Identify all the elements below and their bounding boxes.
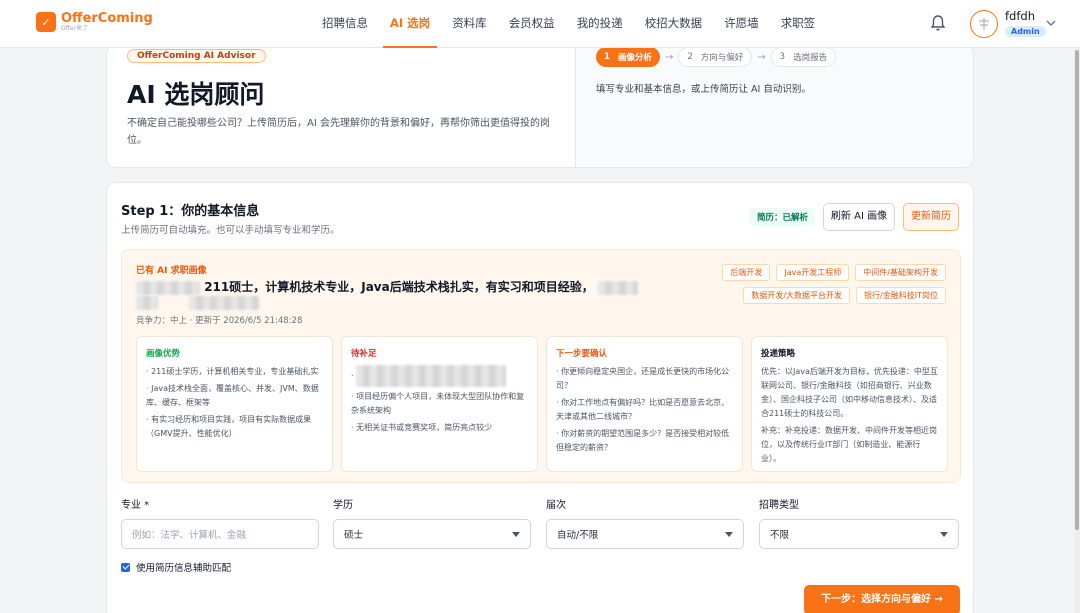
major-input[interactable]: 例如：法学、计算机、金融	[121, 519, 319, 549]
strategy-card: 投递策略 优先：以Java后端开发为目标，优先投递：中型互联网公司、银行/金融科…	[751, 336, 948, 472]
brand-sub: Offer来了	[61, 25, 89, 32]
step-2[interactable]: 2 方向与偏好	[678, 47, 753, 67]
arrow-right-icon: →	[664, 51, 674, 63]
avatar-glyph-icon	[979, 18, 989, 30]
nav-item-library[interactable]: 资料库	[445, 0, 494, 48]
scrollbar-thumb[interactable]	[1075, 50, 1079, 530]
tag: 银行/金融科技IT岗位	[856, 287, 946, 304]
arrow-right-icon: →	[757, 51, 766, 63]
recruit-type-select[interactable]: 不限	[759, 519, 959, 549]
chevron-down-icon[interactable]	[1046, 20, 1056, 27]
tag: 后端开发	[722, 264, 771, 281]
brand-name: OfferComing	[61, 11, 153, 26]
list-item: · Java技术栈全面，覆盖核心、并发、JVM、数据库、缓存、框架等	[146, 384, 319, 407]
next-step-button[interactable]: 下一步：选择方向与偏好 →	[804, 585, 960, 613]
card-title: 投递策略	[761, 349, 796, 359]
brand-logo[interactable]: ✓ OfferComing Offer来了	[36, 12, 153, 32]
page-title: AI 选岗顾问	[127, 80, 265, 109]
nav-item-my-applications[interactable]: 我的投递	[570, 0, 630, 48]
logo-mark-icon: ✓	[36, 12, 56, 32]
list-item: · 211硕士学历，计算机相关专业，专业基础扎实	[146, 367, 319, 376]
next-confirm-card: 下一步要确认 · 你更倾向稳定央国企，还是成长更快的市场化公司？ · 你对工作地…	[546, 336, 743, 472]
caret-down-icon	[512, 531, 520, 537]
hero-description: 不确定自己能投哪些公司？上传简历后，AI 会先理解你的背景和偏好，再帮你筛出更值…	[127, 118, 550, 146]
gaps-card: 待补足 · · 项目经历偏个人项目，未体现大型团队协作和复杂系统架构 · 无相关…	[341, 336, 538, 472]
list-item: · 无相关证书或竞赛奖项，简历亮点较少	[351, 423, 493, 432]
major-label: 专业 *	[121, 500, 150, 511]
card-title: 下一步要确认	[556, 349, 608, 359]
nav-item-membership[interactable]: 会员权益	[502, 0, 562, 48]
ai-profile-panel: 已有 AI 求职画像 211硕士，计算机技术专业，Java后端技术栈扎实，有实习…	[121, 249, 961, 483]
use-resume-checkbox[interactable]: 使用简历信息辅助匹配	[121, 560, 231, 574]
step1-title: Step 1：你的基本信息	[121, 204, 260, 219]
card-title: 画像优势	[146, 349, 181, 359]
degree-value: 硕士	[344, 530, 364, 541]
refresh-profile-button[interactable]: 刷新 AI 画像	[823, 203, 895, 231]
tag: 中间件/基础架构开发	[855, 264, 946, 281]
caret-down-icon	[725, 531, 733, 537]
avatar[interactable]	[970, 10, 998, 38]
user-role-badge: Admin	[1005, 26, 1046, 37]
user-name[interactable]: fdfdh	[1005, 9, 1035, 23]
strengths-card: 画像优势 · 211硕士学历，计算机相关专业，专业基础扎实 · Java技术栈全…	[136, 336, 333, 472]
redacted-block	[356, 365, 507, 387]
cohort-select[interactable]: 自动/不限	[546, 519, 744, 549]
major-placeholder: 例如：法学、计算机、金融	[132, 530, 247, 541]
degree-field: 学历 硕士	[333, 496, 531, 549]
step-description: 填写专业和基本信息，或上传简历让 AI 自动识别。	[596, 84, 811, 95]
top-nav: ✓ OfferComing Offer来了 招聘信息 AI 选岗 资料库 会员权…	[0, 0, 1080, 48]
cohort-field: 届次 自动/不限	[546, 496, 744, 549]
checkbox-label: 使用简历信息辅助匹配	[136, 563, 232, 574]
recruit-type-field: 招聘类型 不限	[759, 496, 959, 549]
tag: 数据开发/大数据平台开发	[743, 287, 851, 304]
recruit-type-label: 招聘类型	[759, 500, 799, 511]
hero-card: OfferComing AI Advisor AI 选岗顾问 不确定自己能投哪些…	[106, 44, 974, 168]
nav-item-wish-wall[interactable]: 许愿墙	[717, 0, 766, 48]
redacted-row	[136, 292, 260, 311]
update-resume-button[interactable]: 更新简历	[903, 203, 959, 231]
nav-item-campus-data[interactable]: 校招大数据	[638, 0, 710, 48]
list-item: · 你对工作地点有偏好吗？比如是否愿意去北京、天津或其他二线城市？	[556, 398, 730, 421]
profile-meta: 竞争力：中上 · 更新于 2026/6/5 21:48:28	[136, 316, 303, 326]
profile-label: 已有 AI 求职画像	[136, 266, 207, 276]
redacted-block	[597, 280, 638, 295]
list-item: ·	[351, 365, 528, 387]
recruit-type-value: 不限	[770, 530, 790, 541]
nav-item-job-sign[interactable]: 求职签	[774, 0, 823, 48]
cohort-label: 届次	[546, 500, 566, 511]
step1-description: 上传简历可自动填充。也可以手动填写专业和学历。	[121, 225, 340, 236]
direction-tags: 后端开发 Java开发工程师 中间件/基础架构开发 数据开发/大数据平台开发 银…	[696, 264, 946, 304]
progress-panel: 1 画像分析 → 2 方向与偏好 → 3 选岗报告 填写专业和基本信息，或上传简…	[575, 45, 973, 167]
nav-item-jobs[interactable]: 招聘信息	[315, 0, 375, 48]
step-1[interactable]: 1 画像分析	[596, 47, 660, 67]
list-item: · 有实习经历和项目实践，项目有实际数据成果（GMV提升、性能优化）	[146, 415, 312, 438]
list-item: 补充：补充投递：数据开发、中间件开发等相近岗位，以及传统行业IT部门（如制造业、…	[761, 426, 937, 463]
degree-label: 学历	[333, 500, 353, 511]
checkbox-checked-icon[interactable]	[121, 562, 130, 572]
list-item: · 你对薪资的期望范围是多少？是否接受相对较低但稳定的薪资？	[556, 429, 730, 452]
basic-info-card: Step 1：你的基本信息 上传简历可自动填充。也可以手动填写专业和学历。 简历…	[106, 182, 974, 613]
card-title: 待补足	[351, 349, 377, 359]
advisor-pill: OfferComing AI Advisor	[127, 49, 266, 63]
list-item: · 你更倾向稳定央国企，还是成长更快的市场化公司？	[556, 367, 730, 390]
bell-icon[interactable]	[930, 14, 946, 32]
nav-menu: 招聘信息 AI 选岗 资料库 会员权益 我的投递 校招大数据 许愿墙 求职签	[315, 0, 830, 48]
degree-select[interactable]: 硕士	[333, 519, 531, 549]
nav-item-ai-select[interactable]: AI 选岗	[383, 0, 438, 48]
major-field: 专业 * 例如：法学、计算机、金融	[121, 496, 319, 549]
step-3[interactable]: 3 选岗报告	[770, 47, 837, 67]
tag: Java开发工程师	[776, 264, 850, 281]
cohort-value: 自动/不限	[557, 530, 599, 541]
resume-parsed-badge: 简历：已解析	[750, 208, 816, 226]
list-item: 优先：以Java后端开发为目标，优先投递：中型互联网公司、银行/金融科技（如招商…	[761, 367, 938, 418]
caret-down-icon	[940, 531, 948, 537]
list-item: · 项目经历偏个人项目，未体现大型团队协作和复杂系统架构	[351, 392, 525, 415]
step-indicator: 1 画像分析 → 2 方向与偏好 → 3 选岗报告	[596, 47, 837, 67]
